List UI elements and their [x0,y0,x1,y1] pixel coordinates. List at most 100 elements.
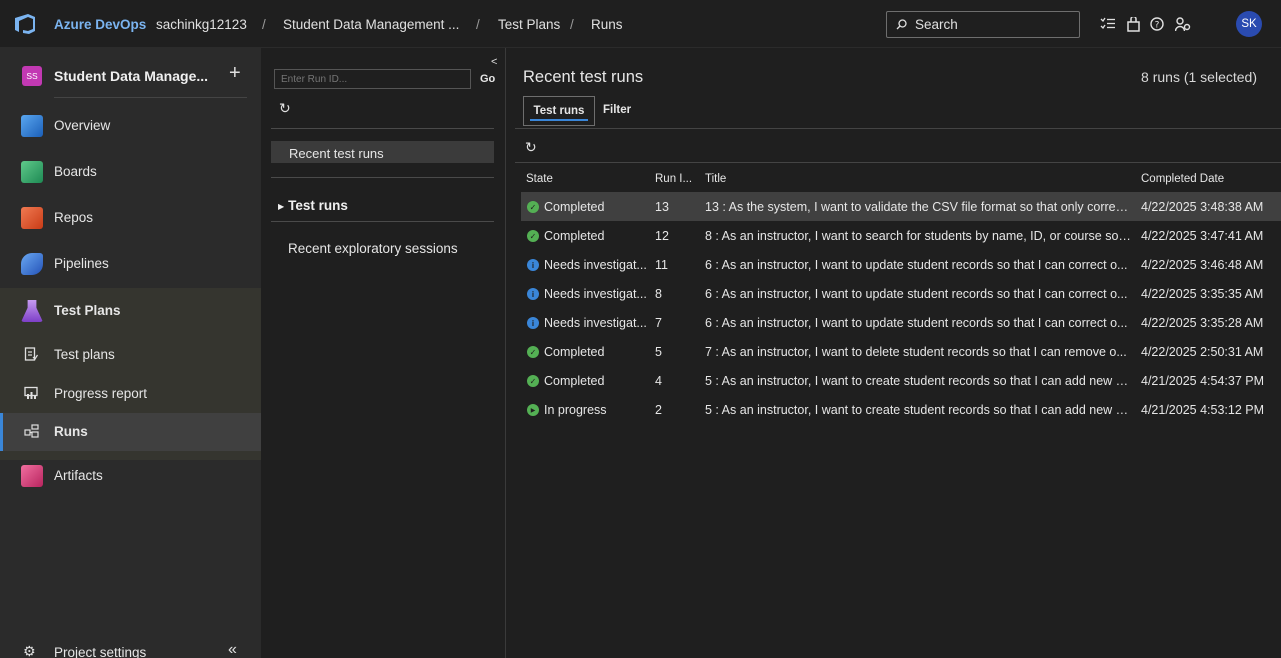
sidebar-subitem-progress-report[interactable]: Progress report [0,375,261,413]
add-project-button[interactable]: + [229,62,241,85]
check-circle-icon: ✓ [527,230,539,242]
sidebar-item-overview[interactable]: Overview [0,103,261,149]
project-settings[interactable]: ⚙ Project settings « [0,641,261,658]
info-circle-icon: i [527,259,539,271]
breadcrumb-project[interactable]: Student Data Management ... [283,17,459,32]
top-bar: Azure DevOps sachinkg12123 / Student Dat… [0,0,1281,48]
collapse-panel-icon[interactable]: < [491,56,497,68]
run-id-cell: 5 [655,345,662,359]
check-circle-icon: ✓ [527,375,539,387]
title-cell[interactable]: 5 : As an instructor, I want to create s… [705,403,1131,417]
test-plans-group: Test Plans Test plans Progress report Ru… [0,288,261,460]
sidebar-subitem-runs[interactable]: Runs [0,413,261,451]
sidebar-subitem-test-plans[interactable]: Test plans [0,336,261,374]
tab-filter[interactable]: Filter [603,104,631,116]
pipelines-icon [21,253,43,275]
table-row[interactable]: ✓ Completed 5 7 : As an instructor, I want … [521,337,1281,366]
title-cell[interactable]: 8 : As an instructor, I want to search f… [705,229,1131,243]
runs-count: 8 runs (1 selected) [1141,69,1257,85]
recent-exploratory-sessions-item[interactable]: Recent exploratory sessions [288,241,458,256]
info-circle-icon: i [527,288,539,300]
tree-item-label: Test runs [288,198,348,213]
info-circle-icon: i [527,317,539,329]
sidebar-item-pipelines[interactable]: Pipelines [0,241,261,287]
completed-date-cell: 4/21/2025 4:53:12 PM [1141,403,1265,417]
collapse-sidebar-icon[interactable]: « [228,641,237,658]
grid-divider [515,162,1281,163]
sidebar-item-label: Boards [54,164,97,179]
table-row[interactable]: ▶ In progress 2 5 : As an instructor, I wan… [521,395,1281,424]
user-avatar[interactable]: SK [1236,11,1262,37]
table-row[interactable]: ✓ Completed 4 5 : As an instructor, I want … [521,366,1281,395]
brand-label[interactable]: Azure DevOps [54,17,146,32]
title-cell[interactable]: 6 : As an instructor, I want to update s… [705,258,1131,272]
breadcrumb-separator: / [262,17,266,32]
state-cell: ✓ Completed [527,200,604,214]
title-cell[interactable]: 7 : As an instructor, I want to delete s… [705,345,1131,359]
help-icon[interactable]: ? [1147,14,1167,34]
column-header-title[interactable]: Title [705,173,726,185]
breadcrumb-org[interactable]: sachinkg12123 [156,17,247,32]
state-cell: i Needs investigat... [527,287,647,301]
breadcrumb-separator: / [476,17,480,32]
tab-test-runs[interactable]: Test runs [523,96,595,126]
table-row[interactable]: ✓ Completed 12 8 : As an instructor, I want… [521,221,1281,250]
breadcrumb-test-plans[interactable]: Test Plans [498,17,560,32]
table-row[interactable]: ✓ Completed 13 13 : As the system, I want t… [521,192,1281,221]
sidebar-item-repos[interactable]: Repos [0,195,261,241]
sidebar-item-label: Test Plans [54,303,121,318]
go-button[interactable]: Go [480,73,495,85]
artifacts-icon [21,465,43,487]
title-cell[interactable]: 6 : As an instructor, I want to update s… [705,316,1131,330]
recent-test-runs-item[interactable]: Recent test runs [271,141,494,163]
boards-icon [21,161,43,183]
panel-divider [271,221,494,222]
title-cell[interactable]: 6 : As an instructor, I want to update s… [705,287,1131,301]
app-frame: Azure DevOps sachinkg12123 / Student Dat… [0,0,1281,658]
check-circle-icon: ✓ [527,346,539,358]
breadcrumb-runs[interactable]: Runs [591,17,623,32]
sidebar-subitem-label: Runs [54,424,88,439]
state-label: Needs investigat... [544,258,647,272]
completed-date-cell: 4/22/2025 3:35:28 AM [1141,316,1264,330]
run-id-input[interactable] [274,69,471,89]
table-row[interactable]: i Needs investigat... 8 6 : As an instructo… [521,279,1281,308]
refresh-icon[interactable]: ↻ [279,100,291,117]
sidebar-item-artifacts[interactable]: Artifacts [0,453,261,499]
runs-nav-panel: < Go ↻ Recent test runs ▶ Test runs Recen… [261,48,506,658]
azure-devops-logo-icon[interactable] [13,14,35,34]
column-header-completed-date[interactable]: Completed Date [1141,173,1224,185]
task-list-icon[interactable] [1098,14,1118,34]
active-indicator [0,413,3,451]
title-cell[interactable]: 13 : As the system, I want to validate t… [705,200,1131,214]
run-id-cell: 7 [655,316,662,330]
project-header[interactable]: SS Student Data Manage... + [0,56,261,96]
project-settings-label: Project settings [54,645,147,658]
sidebar-item-test-plans[interactable]: Test Plans [0,288,261,334]
expand-caret-icon[interactable]: ▶ [278,202,284,211]
state-cell: ▶ In progress [527,403,607,417]
play-circle-icon: ▶ [527,404,539,416]
completed-date-cell: 4/22/2025 2:50:31 AM [1141,345,1264,359]
state-cell: ✓ Completed [527,229,604,243]
refresh-icon[interactable]: ↻ [525,139,537,156]
sidebar-subitem-label: Progress report [54,386,148,401]
progress-report-icon [24,386,40,402]
tree-item-test-runs[interactable]: ▶ Test runs [278,198,348,213]
search-box[interactable]: Search [886,11,1080,38]
column-header-state[interactable]: State [526,173,553,185]
table-row[interactable]: i Needs investigat... 11 6 : As an instruct… [521,250,1281,279]
svg-text:?: ? [1155,21,1160,31]
user-settings-icon[interactable] [1173,14,1193,34]
sidebar-item-boards[interactable]: Boards [0,149,261,195]
table-row[interactable]: i Needs investigat... 7 6 : As an instructo… [521,308,1281,337]
title-cell[interactable]: 5 : As an instructor, I want to create s… [705,374,1131,388]
page-title: Recent test runs [523,68,644,86]
state-cell: ✓ Completed [527,345,604,359]
project-name[interactable]: Student Data Manage... [54,68,208,84]
column-header-run-id[interactable]: Run I... [655,173,692,185]
shopping-bag-icon[interactable] [1123,14,1143,34]
tab-divider [515,128,1281,129]
breadcrumb-separator: / [570,17,574,32]
completed-date-cell: 4/22/2025 3:48:38 AM [1141,200,1264,214]
